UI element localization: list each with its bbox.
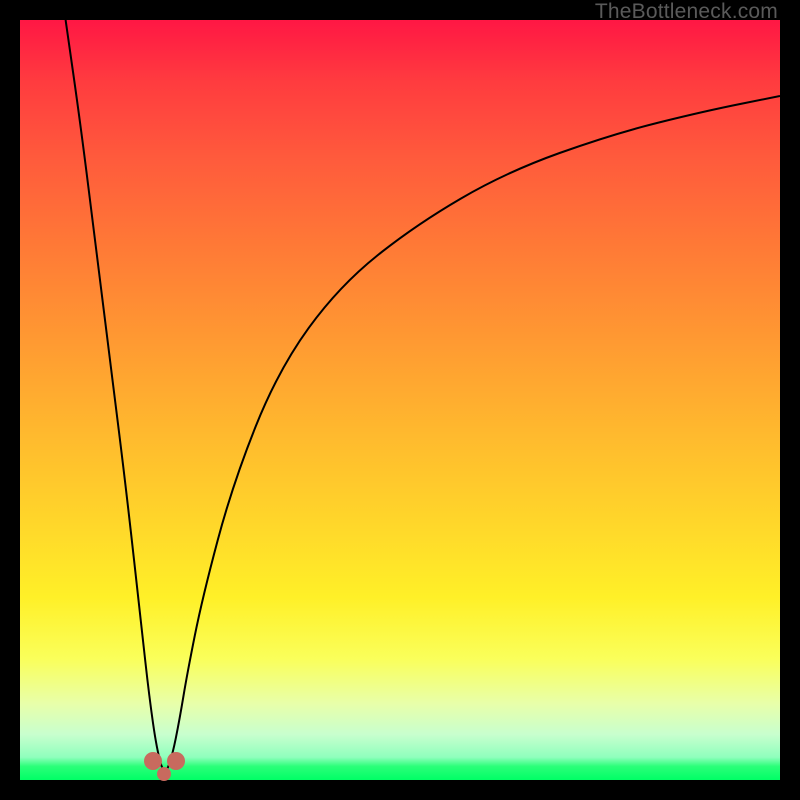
plot-area xyxy=(20,20,780,780)
curve-svg xyxy=(20,20,780,780)
bottleneck-curve xyxy=(66,20,780,771)
outer-frame: TheBottleneck.com xyxy=(0,0,800,800)
trough-right-marker xyxy=(167,752,185,770)
watermark-text: TheBottleneck.com xyxy=(595,0,778,24)
